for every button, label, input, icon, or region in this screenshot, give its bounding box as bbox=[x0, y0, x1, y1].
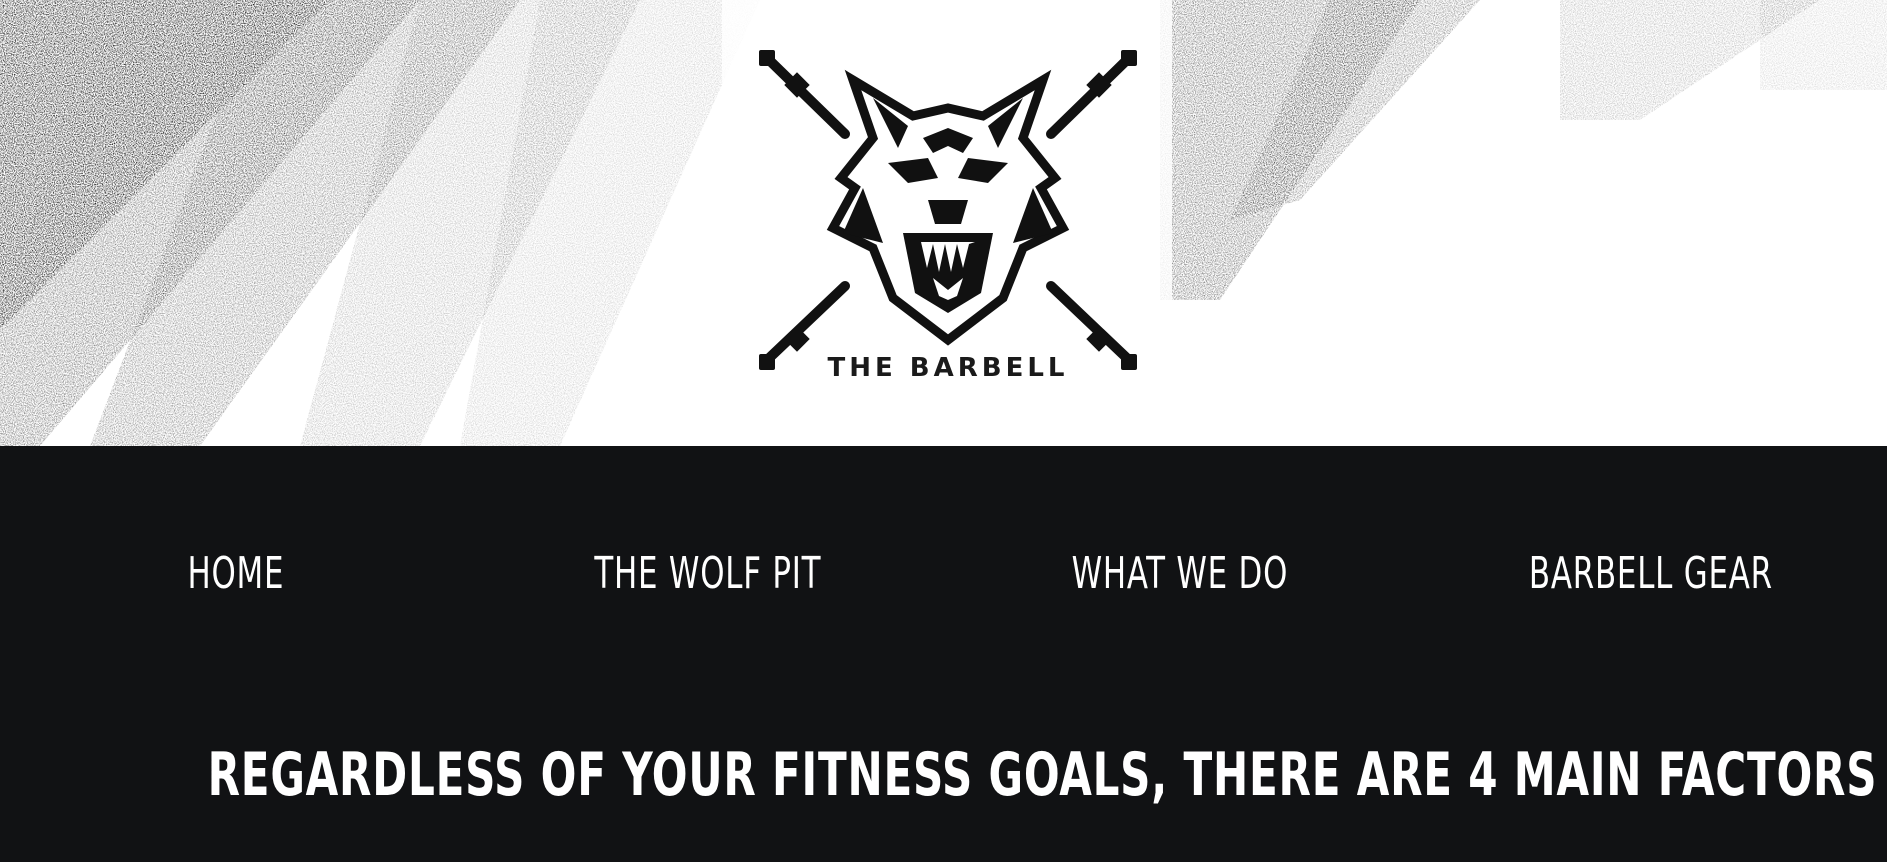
nav-item-barbell-gear[interactable]: BARBELL GEAR bbox=[1467, 548, 1835, 599]
brand-name: THE BARBELL bbox=[827, 353, 1069, 383]
nav-item-the-wolf-pit[interactable]: THE WOLF PIT bbox=[524, 548, 892, 599]
brand-logo[interactable]: THE BARBELL bbox=[723, 28, 1173, 438]
nav-item-what-we-do[interactable]: WHAT WE DO bbox=[995, 548, 1363, 599]
section-headline: REGARDLESS OF YOUR FITNESS GOALS, THERE … bbox=[207, 740, 1887, 810]
main-navigation: HOME THE WOLF PIT WHAT WE DO BARBELL GEA… bbox=[0, 446, 1887, 599]
hero-banner: THE BARBELL bbox=[0, 0, 1887, 446]
nav-item-home[interactable]: HOME bbox=[52, 548, 420, 599]
page: THE BARBELL HOME THE WOLF PIT WHAT WE DO… bbox=[0, 0, 1887, 862]
